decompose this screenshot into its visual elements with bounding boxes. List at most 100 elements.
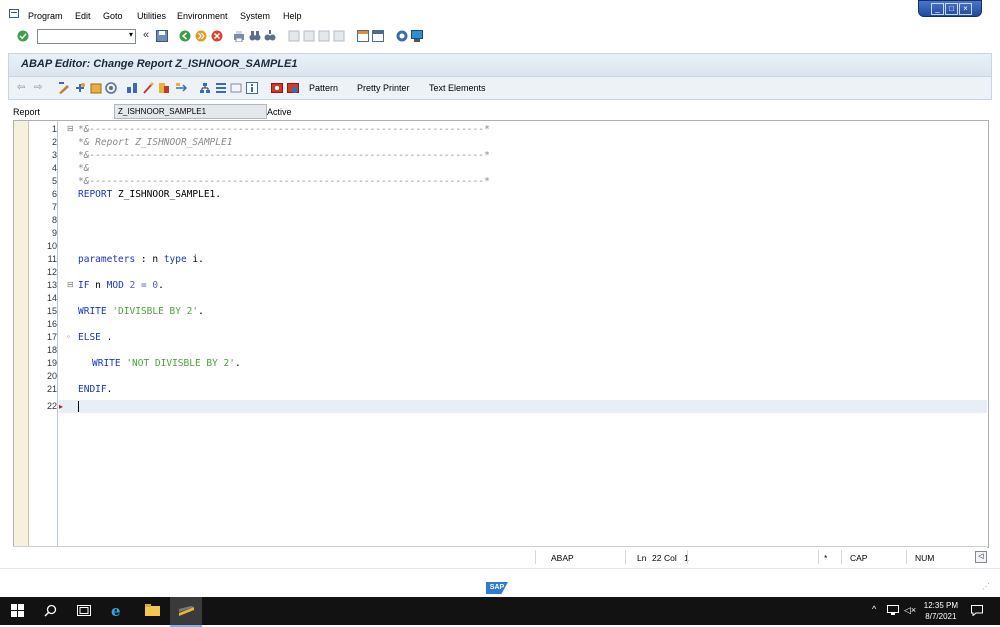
text-cursor xyxy=(78,401,79,412)
check-object-icon[interactable] xyxy=(105,82,117,96)
last-page-icon[interactable] xyxy=(333,30,345,44)
network-icon[interactable] xyxy=(887,605,899,617)
menu-program[interactable]: Program xyxy=(28,11,63,21)
command-field[interactable]: ▾ xyxy=(37,29,136,44)
code-text: : n xyxy=(135,254,164,265)
sap-footer: SAP ⋰ xyxy=(0,568,1000,596)
code-text: Z_ISHNOOR_SAMPLE1. xyxy=(112,189,221,200)
status-bar: ABAP Ln 22 Col 1 * CAP NUM ◁ xyxy=(13,546,987,567)
pretty-printer-button[interactable]: Pretty Printer xyxy=(357,83,410,93)
test-icon[interactable] xyxy=(142,82,154,96)
back-arrow-icon[interactable]: ⇦ xyxy=(17,82,25,93)
find-icon[interactable] xyxy=(249,30,261,44)
line-number: 13 xyxy=(46,280,57,290)
keyword: ELSE xyxy=(78,332,101,343)
internet-explorer-icon[interactable]: e xyxy=(111,602,121,620)
report-field: Z_ISHNOOR_SAMPLE1 xyxy=(114,104,267,119)
info-icon[interactable] xyxy=(246,82,258,96)
line-number: 22 xyxy=(46,401,57,411)
code-text: i. xyxy=(186,254,204,265)
line-number: 4 xyxy=(51,163,57,173)
windows-start-icon[interactable] xyxy=(11,604,24,619)
pattern-button[interactable]: Pattern xyxy=(309,83,338,93)
back-icon[interactable] xyxy=(179,30,191,44)
enter-icon[interactable] xyxy=(17,30,29,44)
notifications-icon[interactable] xyxy=(971,605,983,618)
code-line: REPORT Z_ISHNOOR_SAMPLE1. xyxy=(78,189,221,200)
application-toolbar: ⇦ ⇨ Pattern Pretty Printer Text Elements xyxy=(8,76,992,100)
line-number: 18 xyxy=(46,345,57,355)
display-object-list-icon[interactable] xyxy=(215,82,227,96)
code-line: ENDIF. xyxy=(78,384,112,395)
activate-icon[interactable] xyxy=(126,82,138,96)
volume-muted-icon[interactable]: ◁× xyxy=(904,605,916,616)
line-number: 2 xyxy=(51,137,57,147)
sap-gui-icon xyxy=(179,606,194,618)
where-used-icon[interactable] xyxy=(158,82,170,96)
navigation-icon[interactable] xyxy=(175,82,188,96)
file-explorer-icon[interactable] xyxy=(145,604,160,618)
keyword: ENDIF xyxy=(78,384,107,395)
status-col-label: Col xyxy=(664,553,677,563)
current-line-highlight xyxy=(59,400,987,413)
fold-marker-icon[interactable]: ◦ xyxy=(67,332,70,341)
line-number: 12 xyxy=(46,267,57,277)
menu-system[interactable]: System xyxy=(240,11,270,21)
find-next-icon[interactable] xyxy=(264,30,276,44)
collapse-block-icon[interactable]: ⊟ xyxy=(67,280,74,289)
maximize-icon[interactable]: □ xyxy=(945,3,958,15)
cancel-icon[interactable] xyxy=(211,30,223,44)
line-number: 17 xyxy=(46,332,57,342)
menu-help[interactable]: Help xyxy=(283,11,302,21)
keyword: WRITE xyxy=(92,358,121,369)
active-inactive-icon[interactable] xyxy=(90,82,102,96)
collapse-block-icon[interactable]: ⊟ xyxy=(67,124,74,133)
menu-bar: Program Edit Goto Utilities Environment … xyxy=(0,0,1000,25)
task-view-icon[interactable] xyxy=(77,605,91,618)
keyword: type xyxy=(163,254,187,265)
external-breakpoint-icon[interactable] xyxy=(287,82,299,96)
status-language: ABAP xyxy=(551,553,574,563)
line-number: 5 xyxy=(51,176,57,186)
editor-margin xyxy=(14,121,29,547)
keyword: REPORT xyxy=(78,189,113,200)
system-clock[interactable]: 12:35 PM 8/7/2021 xyxy=(924,600,958,622)
keyword: WRITE xyxy=(78,306,107,317)
keyword: IF xyxy=(78,280,90,291)
menu-edit[interactable]: Edit xyxy=(75,11,91,21)
help-icon[interactable] xyxy=(396,30,408,44)
forward-arrow-icon[interactable]: ⇨ xyxy=(34,82,42,93)
save-icon[interactable] xyxy=(156,30,168,44)
shortcut-icon[interactable] xyxy=(372,30,384,44)
fullscreen-icon[interactable] xyxy=(230,82,242,96)
menu-icon[interactable] xyxy=(9,9,19,18)
code-editor[interactable]: 1 2 3 4 5 6 7 8 9 10 11 12 13 14 15 16 1… xyxy=(13,120,989,548)
line-number: 14 xyxy=(46,293,57,303)
search-icon[interactable] xyxy=(44,604,57,619)
menu-environment[interactable]: Environment xyxy=(177,11,228,21)
exit-icon[interactable] xyxy=(195,30,207,44)
new-session-icon[interactable] xyxy=(357,30,369,44)
customize-layout-icon[interactable] xyxy=(411,30,423,44)
status-line-label: Ln xyxy=(637,553,647,563)
breakpoint-icon[interactable] xyxy=(271,82,283,96)
previous-page-icon[interactable] xyxy=(303,30,315,44)
menu-goto[interactable]: Goto xyxy=(103,11,123,21)
text-elements-button[interactable]: Text Elements xyxy=(429,83,486,93)
object-list-icon[interactable] xyxy=(199,82,211,96)
next-page-icon[interactable] xyxy=(318,30,330,44)
taskbar: e ^ ◁× 12:35 PM 8/7/2021 xyxy=(0,597,1000,627)
resize-grip-icon: ⋰ xyxy=(982,582,990,591)
first-page-icon[interactable] xyxy=(288,30,300,44)
chevron-down-icon[interactable]: ▾ xyxy=(129,30,133,39)
show-hidden-icons-icon[interactable]: ^ xyxy=(872,604,876,614)
minimize-icon[interactable]: _ xyxy=(931,3,944,15)
menu-utilities[interactable]: Utilities xyxy=(137,11,166,21)
collapse-icon[interactable]: « xyxy=(143,29,149,41)
other-object-icon[interactable] xyxy=(74,82,86,96)
sap-taskbar-app[interactable] xyxy=(170,597,202,627)
display-change-icon[interactable] xyxy=(58,82,70,96)
print-icon[interactable] xyxy=(233,30,245,44)
scroll-left-icon[interactable]: ◁ xyxy=(975,551,987,563)
close-icon[interactable]: × xyxy=(959,3,972,15)
